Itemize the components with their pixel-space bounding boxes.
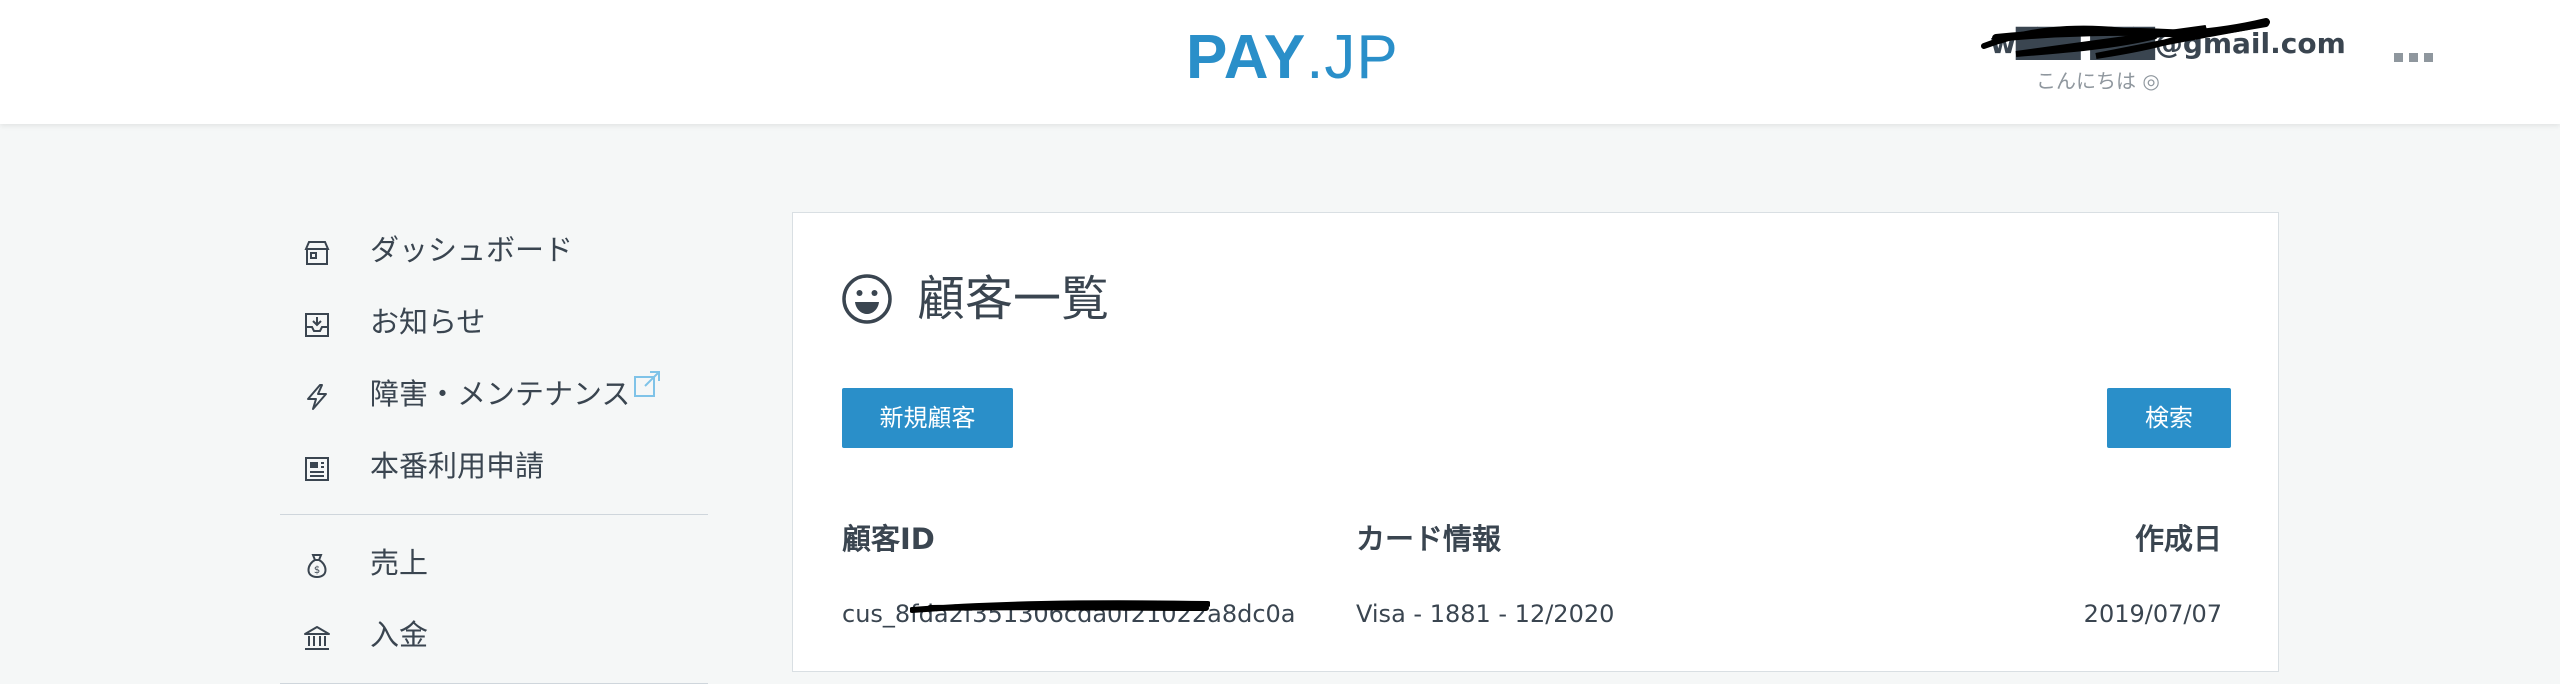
inbox-icon bbox=[305, 313, 329, 337]
sidebar-item-dashboard[interactable]: ダッシュボード bbox=[280, 214, 708, 286]
column-header-created[interactable]: 作成日 bbox=[2135, 519, 2222, 559]
created-date-cell: 2019/07/07 bbox=[2083, 600, 2222, 628]
sidebar-nav: ダッシュボード お知らせ 障害・メンテナンス 本番利用申請 $ 売上 入金 bbox=[280, 214, 708, 684]
card-info-cell: Visa - 1881 - 12/2020 bbox=[1356, 600, 1615, 628]
page-title: 顧客一覧 bbox=[917, 271, 1110, 327]
sidebar-item-label: ダッシュボード bbox=[370, 233, 574, 267]
sidebar-item-sales[interactable]: $ 売上 bbox=[280, 527, 708, 599]
column-header-customer-id[interactable]: 顧客ID bbox=[842, 519, 935, 559]
sidebar-item-news[interactable]: お知らせ bbox=[280, 286, 708, 358]
customer-list-panel: 顧客一覧 新規顧客 検索 顧客ID カード情報 作成日 cus_8fda2f35… bbox=[792, 212, 2279, 672]
new-customer-button[interactable]: 新規顧客 bbox=[842, 388, 1013, 448]
sidebar-divider bbox=[280, 514, 708, 515]
store-icon bbox=[304, 241, 330, 265]
newspaper-icon bbox=[305, 457, 329, 481]
more-dot-icon bbox=[2409, 53, 2418, 62]
more-dot-icon bbox=[2394, 53, 2403, 62]
sidebar-item-status[interactable]: 障害・メンテナンス bbox=[280, 358, 708, 430]
more-menu-button[interactable] bbox=[2390, 44, 2436, 68]
sidebar-item-payouts[interactable]: 入金 bbox=[280, 599, 708, 671]
lightning-icon bbox=[307, 384, 327, 410]
redaction-scribble bbox=[910, 600, 1210, 613]
svg-text:$: $ bbox=[314, 565, 320, 576]
smiley-face-icon bbox=[842, 274, 892, 324]
external-link-icon bbox=[634, 371, 660, 397]
payjp-logo[interactable]: PAY.JP bbox=[1186, 26, 1399, 90]
sidebar-item-production-apply[interactable]: 本番利用申請 bbox=[280, 430, 708, 502]
search-button[interactable]: 検索 bbox=[2107, 388, 2231, 448]
money-bag-icon: $ bbox=[307, 554, 327, 579]
sidebar-item-label: 本番利用申請 bbox=[370, 449, 545, 483]
sidebar-item-label: 障害・メンテナンス bbox=[370, 377, 631, 411]
sidebar-item-label: お知らせ bbox=[370, 305, 486, 339]
greeting-text: こんにちは ◎ bbox=[2036, 69, 2160, 93]
sidebar-item-label: 売上 bbox=[370, 546, 429, 580]
redaction-scribble bbox=[1981, 18, 2270, 59]
sidebar-item-label: 入金 bbox=[370, 618, 429, 652]
more-dot-icon bbox=[2424, 53, 2433, 62]
top-header: PAY.JP w███ ███@gmail.com こんにちは ◎ bbox=[0, 0, 2560, 124]
bank-icon bbox=[304, 626, 330, 650]
logo-jp-text: .JP bbox=[1306, 23, 1399, 92]
logo-pay-text: PAY bbox=[1186, 23, 1307, 92]
column-header-card-info[interactable]: カード情報 bbox=[1356, 519, 1501, 559]
